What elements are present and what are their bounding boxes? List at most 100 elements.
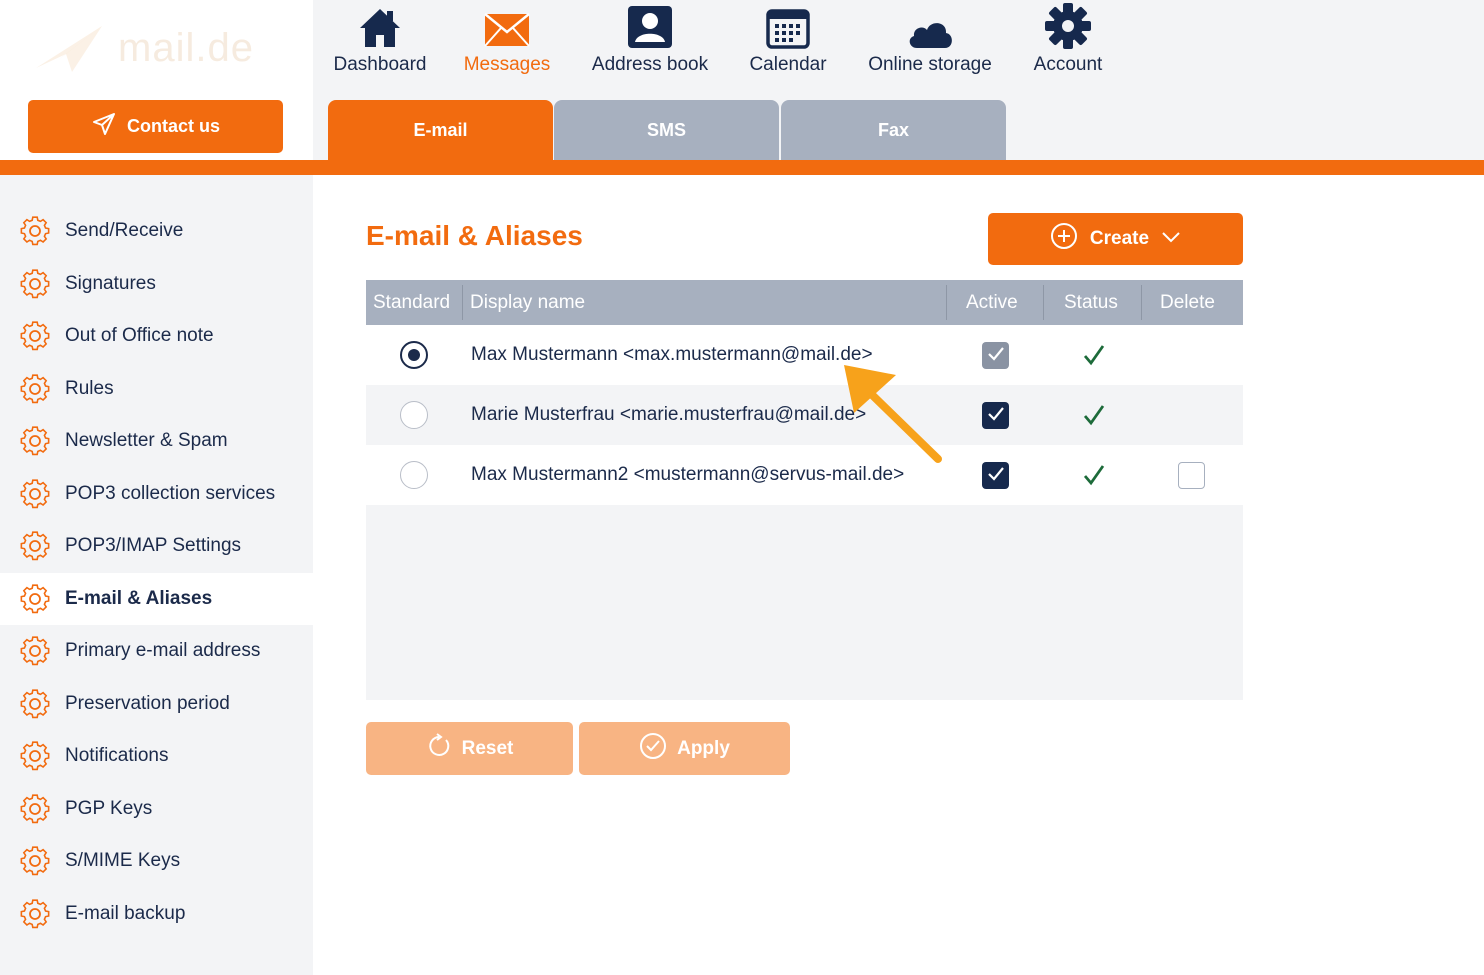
chevron-down-icon — [1161, 228, 1181, 250]
sidebar-item-pgp-keys[interactable]: PGP Keys — [0, 783, 313, 835]
gear-icon — [19, 845, 51, 877]
plus-circle-icon — [1050, 222, 1078, 256]
gear-icon — [19, 688, 51, 720]
logo[interactable]: mail.de — [32, 18, 262, 78]
gear-icon — [19, 320, 51, 352]
create-button[interactable]: Create — [988, 213, 1243, 265]
tab-sms[interactable]: SMS — [554, 100, 779, 160]
sidebar-item-pop3-collection-services[interactable]: POP3 collection services — [0, 468, 313, 520]
active-checkbox[interactable] — [982, 462, 1009, 489]
gear-icon — [1044, 0, 1092, 50]
contact-us-label: Contact us — [126, 116, 220, 136]
sidebar-item-primary-e-mail-address[interactable]: Primary e-mail address — [0, 625, 313, 677]
sidebar-item-label: Primary e-mail address — [65, 640, 261, 661]
nav-online-storage[interactable]: Online storage — [860, 0, 1000, 90]
display-name-cell: Max Mustermann <max.mustermann@mail.de> — [471, 344, 873, 365]
sidebar-item-label: POP3 collection services — [65, 482, 276, 504]
gear-icon — [19, 583, 51, 615]
header-divider — [946, 285, 947, 320]
nav-label: Calendar — [749, 54, 827, 75]
nav-dashboard[interactable]: Dashboard — [330, 0, 430, 90]
gear-icon — [19, 530, 51, 562]
header-delete: Delete — [1160, 291, 1215, 313]
header-divider — [1141, 285, 1142, 320]
sidebar-item-e-mail-aliases[interactable]: E-mail & Aliases — [0, 572, 313, 625]
sidebar-item-label: Out of Office note — [65, 325, 214, 346]
header-active: Active — [966, 291, 1018, 313]
apply-button[interactable]: Apply — [579, 722, 790, 775]
active-checkbox[interactable] — [982, 342, 1009, 369]
paper-plane-icon — [91, 111, 117, 142]
gear-icon — [19, 635, 51, 667]
reset-button[interactable]: Reset — [366, 722, 573, 775]
sidebar-item-label: Notifications — [65, 745, 169, 766]
sidebar-item-label: Signatures — [65, 272, 156, 294]
standard-radio[interactable] — [400, 461, 428, 489]
sidebar-item-preservation-period[interactable]: Preservation period — [0, 678, 313, 730]
gear-icon — [19, 478, 51, 510]
sidebar-item-pop3-imap-settings[interactable]: POP3/IMAP Settings — [0, 520, 313, 572]
cloud-icon — [905, 0, 955, 50]
sidebar-item-label: E-mail & Aliases — [65, 587, 213, 609]
header: mail.de Contact us Dashboard Messages Ad… — [0, 0, 1484, 160]
tab-email[interactable]: E-mail — [328, 100, 553, 160]
status-ok-icon — [1082, 461, 1106, 489]
reset-label: Reset — [461, 737, 514, 759]
sidebar-item-newsletter-spam[interactable]: Newsletter & Spam — [0, 415, 313, 467]
create-label: Create — [1089, 228, 1150, 249]
nav-calendar[interactable]: Calendar — [738, 0, 838, 90]
check-icon — [987, 346, 1005, 366]
sidebar-item-label: PGP Keys — [65, 797, 153, 819]
gear-icon — [19, 268, 51, 300]
gear-icon — [19, 425, 51, 457]
tab-fax[interactable]: Fax — [781, 100, 1006, 160]
nav-label: Dashboard — [333, 54, 427, 75]
nav-label: Account — [1033, 54, 1103, 75]
table-row: Max Mustermann <max.mustermann@mail.de> — [366, 325, 1243, 385]
sidebar-item-send-receive[interactable]: Send/Receive — [0, 205, 313, 257]
sidebar-item-s-mime-keys[interactable]: S/MIME Keys — [0, 835, 313, 887]
header-divider — [462, 285, 463, 320]
delete-checkbox[interactable] — [1178, 462, 1205, 489]
page-title: E-mail & Aliases — [366, 220, 583, 251]
logo-text: mail.de — [118, 25, 254, 70]
nav-label: Messages — [463, 54, 551, 75]
standard-radio[interactable] — [400, 401, 428, 429]
active-checkbox[interactable] — [982, 402, 1009, 429]
sidebar-item-label: Newsletter & Spam — [65, 430, 228, 451]
check-icon — [987, 466, 1005, 486]
nav-address-book[interactable]: Address book — [585, 0, 715, 90]
sidebar-item-e-mail-backup[interactable]: E-mail backup — [0, 888, 313, 940]
gear-icon — [19, 898, 51, 930]
sidebar-item-notifications[interactable]: Notifications — [0, 730, 313, 782]
sidebar-item-rules[interactable]: Rules — [0, 363, 313, 415]
sidebar-item-label: POP3/IMAP Settings — [65, 535, 242, 556]
display-name-cell: Marie Musterfrau <marie.musterfrau@mail.… — [471, 404, 867, 425]
nav-account[interactable]: Account — [1018, 0, 1118, 90]
header-divider — [0, 160, 1484, 175]
display-name-cell: Max Mustermann2 <mustermann@servus-mail.… — [471, 464, 905, 485]
gear-icon — [19, 740, 51, 772]
contact-us-button[interactable]: Contact us — [28, 100, 283, 153]
standard-radio[interactable] — [400, 341, 428, 369]
nav-messages[interactable]: Messages — [457, 0, 557, 90]
apply-label: Apply — [677, 737, 730, 759]
status-ok-icon — [1082, 401, 1106, 429]
header-status: Status — [1064, 291, 1118, 313]
gear-icon — [19, 215, 51, 247]
sidebar-item-label: Preservation period — [65, 692, 230, 714]
table-row: Marie Musterfrau <marie.musterfrau@mail.… — [366, 385, 1243, 445]
nav-label: Online storage — [868, 54, 992, 75]
gear-icon — [19, 373, 51, 405]
header-divider — [1043, 285, 1044, 320]
calendar-icon — [765, 0, 811, 50]
sidebar-item-label: S/MIME Keys — [65, 850, 181, 871]
header-display-name: Display name — [470, 291, 586, 313]
refresh-icon — [426, 732, 452, 765]
check-circle-icon — [639, 732, 667, 766]
table-row: Max Mustermann2 <mustermann@servus-mail.… — [366, 445, 1243, 505]
sidebar-item-label: Send/Receive — [65, 220, 184, 241]
sidebar-item-signatures[interactable]: Signatures — [0, 258, 313, 310]
table-header: Standard Display name Active Status Dele… — [366, 280, 1243, 325]
sidebar-item-out-of-office-note[interactable]: Out of Office note — [0, 310, 313, 362]
